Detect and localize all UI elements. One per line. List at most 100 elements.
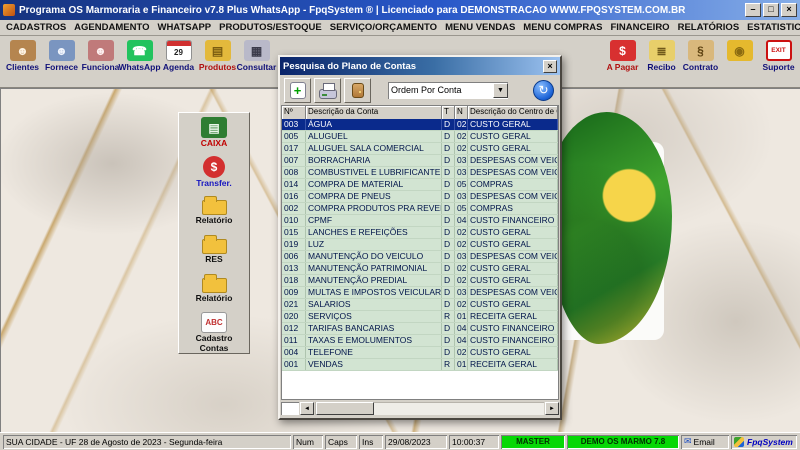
menu-item-menu-compras[interactable]: MENU COMPRAS <box>519 22 606 33</box>
consultar-button[interactable]: ▦ Consultar <box>237 37 276 87</box>
cell-t: D <box>442 263 455 274</box>
agenda-button[interactable]: 29 Agenda <box>159 37 198 87</box>
novo-button[interactable]: + <box>284 77 311 103</box>
grid-row[interactable]: 019 LUZ D 02 CUSTO GERAL <box>282 239 558 251</box>
status-license-badge: DEMO OS MARMO 7.8 <box>567 434 679 449</box>
grid-row[interactable]: 015 LANCHES E REFEIÇÕES D 02 CUSTO GERAL <box>282 227 558 239</box>
funcionarios-button[interactable]: ☻ Funciona <box>81 37 120 87</box>
a-pagar-button[interactable]: $ A Pagar <box>603 37 642 87</box>
window-title: Programa OS Marmoraria e Financeiro v7.8… <box>19 4 686 16</box>
cell-t: D <box>442 215 455 226</box>
coins-button[interactable]: ◉ <box>720 37 759 87</box>
order-combo-value: Ordem Por Conta <box>391 85 462 95</box>
grid-row[interactable]: 020 SERVIÇOS R 01 RECEITA GERAL <box>282 311 558 323</box>
grid-row[interactable]: 013 MANUTENÇÃO PATRIMONIAL D 02 CUSTO GERAL <box>282 263 558 275</box>
cell-n: 02 <box>457 263 468 274</box>
cell-desc: VENDAS <box>306 359 442 370</box>
grid-row[interactable]: 007BORRACHARIAD03DESPESAS COM VEICULO <box>282 155 558 167</box>
menu-item-cadastros[interactable]: CADASTROS <box>2 22 70 33</box>
cell-t: D <box>442 335 455 346</box>
scrollbar-track[interactable] <box>315 402 544 415</box>
scrollbar-thumb[interactable] <box>316 402 374 415</box>
column-header-t[interactable]: T <box>442 106 455 119</box>
relatorio-caixa-button[interactable]: Relatório <box>179 193 249 232</box>
grid-row[interactable]: 002COMPRA PRODUTOS PRA REVENDAD05COMPRAS <box>282 203 558 215</box>
scroll-right-icon[interactable]: ► <box>545 402 559 415</box>
produtos-button[interactable]: ▤ Produtos <box>198 37 237 87</box>
cell-desc: COMPRA DE PNEUS <box>306 191 442 202</box>
recibo-button[interactable]: ≣ Recibo <box>642 37 681 87</box>
whatsapp-button[interactable]: ☎ WhatsApp <box>118 37 161 87</box>
menu-item-estatistica[interactable]: ESTATISTICA <box>743 22 800 33</box>
grid-row[interactable]: 018 MANUTENÇÃO PREDIAL D 02 CUSTO GERAL <box>282 275 558 287</box>
email-icon: ✉ <box>684 436 692 446</box>
grid-row[interactable]: 006 MANUTENÇÃO DO VEICULO D 03 DESPESAS COM … <box>282 251 558 263</box>
grid-row[interactable]: 014 COMPRA DE MATERIAL D 05 COMPRAS <box>282 179 558 191</box>
fornecedores-button[interactable]: ☻ Fornece <box>42 37 81 87</box>
scroll-left-icon[interactable]: ◄ <box>300 402 314 415</box>
sair-button[interactable] <box>344 77 371 103</box>
cell-desc: SALARIOS <box>306 299 442 310</box>
menu-item-produtos-estoque[interactable]: PRODUTOS/ESTOQUE <box>215 22 326 33</box>
minimize-button[interactable]: – <box>745 3 761 17</box>
cell-t: D <box>442 227 455 238</box>
coins-icon: ◉ <box>726 40 753 61</box>
transferencia-button[interactable]: $ Transfer. <box>179 154 249 193</box>
dialog-title: Pesquisa do Plano de Contas <box>283 60 417 72</box>
grid-row[interactable]: 016COMPRA DE PNEUSD03DESPESAS COM VEICUL… <box>282 191 558 203</box>
column-header-n[interactable]: N <box>455 106 468 119</box>
grid-row[interactable]: 017 ALUGUEL SALA COMERCIAL D 02 CUSTO GERAL <box>282 143 558 155</box>
suporte-button[interactable]: EXIT Suporte <box>759 37 798 87</box>
column-header-n[interactable]: Nº <box>282 106 306 119</box>
relatorio-contas-button[interactable]: Relatório <box>179 271 249 310</box>
contract-icon: § <box>687 40 714 61</box>
grid-row[interactable]: 009 MULTAS E IMPOSTOS VEICULAR D 03 DESPESAS… <box>282 287 558 299</box>
grid-row[interactable]: 003 ÁGUA D 02 CUSTO GERAL <box>282 119 558 131</box>
cell-t: R <box>442 359 455 370</box>
cell-centro: CUSTO FINANCEIRO <box>468 335 558 346</box>
menu-item-relatorios[interactable]: RELATÓRIOS <box>674 22 744 33</box>
cell-n: 04 <box>457 323 468 334</box>
cell-desc: ÁGUA <box>306 119 442 130</box>
cell-n: 03 <box>457 167 468 178</box>
resumo-button[interactable]: RES <box>179 232 249 271</box>
dialog-toolbar: + Ordem Por Conta ▼ ↻ <box>280 75 560 105</box>
cadastro-contas-button[interactable]: ABC Cadastro Contas <box>179 310 249 353</box>
grid-row[interactable]: 001 VENDAS R 01 RECEITA GERAL <box>282 359 558 371</box>
menu-item-financeiro[interactable]: FINANCEIRO <box>606 22 673 33</box>
column-header-descricao-do-centro-de-custo[interactable]: Descrição do Centro de Custo <box>468 106 558 119</box>
menu-item-menu-vendas[interactable]: MENU VENDAS <box>441 22 519 33</box>
grid-row[interactable]: 012 TARIFAS BANCARIAS D 04 CUSTO FINANCEIRO <box>282 323 558 335</box>
grid-row[interactable]: 021 SALARIOS D 02 CUSTO GERAL <box>282 299 558 311</box>
cash-ledger-icon: ▤ <box>201 117 227 138</box>
dialog-close-button[interactable]: × <box>543 59 557 73</box>
cell-n: 02 <box>457 131 468 142</box>
menu-item-agendamento[interactable]: AGENDAMENTO <box>70 22 153 33</box>
close-button[interactable]: × <box>781 3 797 17</box>
grid-row[interactable]: 004 TELEFONE D 02 CUSTO GERAL <box>282 347 558 359</box>
menu-item-whatsapp[interactable]: WHATSAPP <box>153 22 215 33</box>
search-box[interactable] <box>281 402 299 415</box>
maximize-button[interactable]: □ <box>763 3 779 17</box>
clientes-button[interactable]: ☻ Clientes <box>3 37 42 87</box>
contrato-button[interactable]: § Contrato <box>681 37 720 87</box>
grid-row[interactable]: 010 CPMF D 04 CUSTO FINANCEIRO <box>282 215 558 227</box>
application-window: Programa OS Marmoraria e Financeiro v7.8… <box>0 0 800 450</box>
order-combo[interactable]: Ordem Por Conta ▼ <box>388 81 508 99</box>
cell-num: 015 <box>282 227 306 238</box>
caixa-button[interactable]: ▤ CAIXA <box>179 115 249 154</box>
grid-row[interactable]: 008 COMBUSTIVEL E LUBRIFICANTE D 03 DESPESAS… <box>282 167 558 179</box>
menu-item-servico-orcamento[interactable]: SERVIÇO/ORÇAMENTO <box>326 22 441 33</box>
chevron-down-icon[interactable]: ▼ <box>493 82 508 98</box>
grid-row[interactable]: 011 TAXAS E EMOLUMENTOS D 04 CUSTO FINANCEIR… <box>282 335 558 347</box>
cell-num: 016 <box>282 191 306 202</box>
column-header-descricao-da-conta[interactable]: Descrição da Conta <box>306 106 442 119</box>
imprimir-button[interactable] <box>314 77 341 103</box>
cell-n: 02 <box>457 275 468 286</box>
grid-row[interactable]: 005 ALUGUEL D 02 CUSTO GERAL <box>282 131 558 143</box>
cell-n: 04 <box>457 215 468 226</box>
cell-t: D <box>442 323 455 334</box>
status-email[interactable]: ✉ Email <box>681 435 729 449</box>
dialog-titlebar[interactable]: Pesquisa do Plano de Contas × <box>280 57 560 75</box>
refresh-button[interactable]: ↻ <box>533 79 554 101</box>
